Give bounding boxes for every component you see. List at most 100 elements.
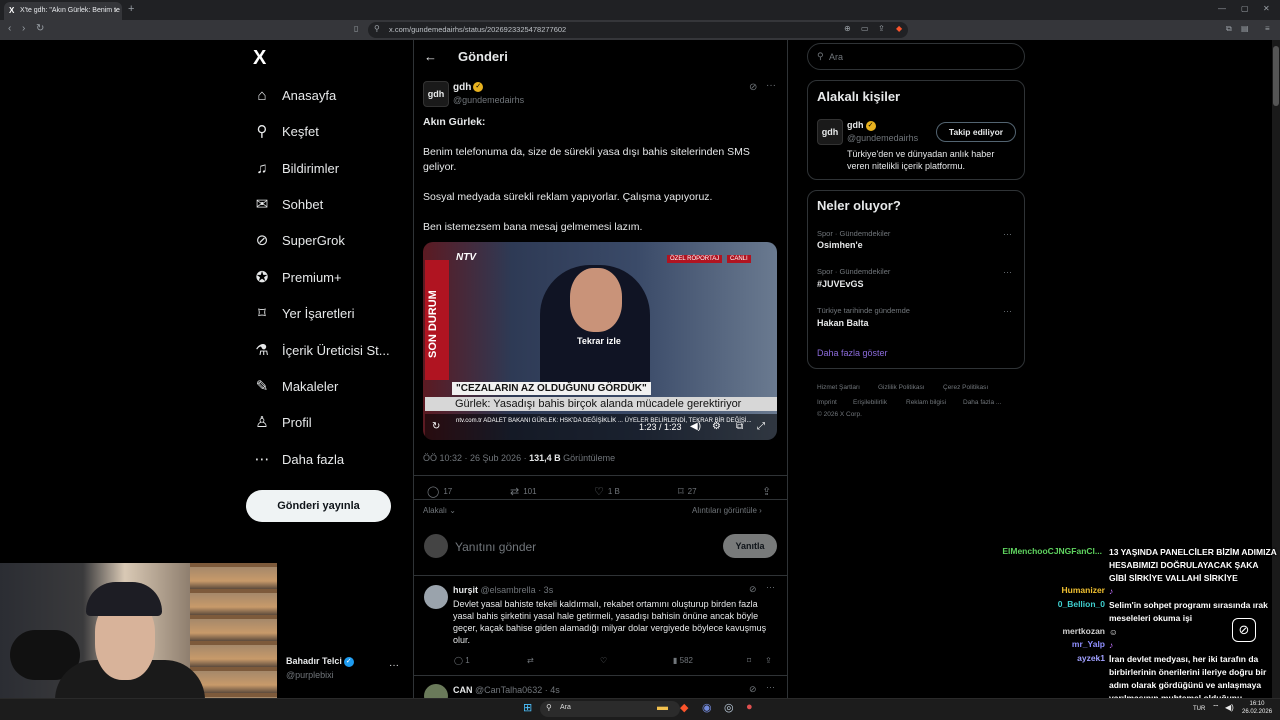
reply-more-icon[interactable]: ···: [766, 582, 775, 592]
replay-icon[interactable]: ↻: [432, 421, 440, 432]
brave-shield-icon[interactable]: ◆: [896, 24, 902, 33]
search-input[interactable]: Ara: [829, 52, 843, 62]
nav-bookmarks[interactable]: ⌑ Yer İşaretleri: [250, 298, 354, 328]
nav-premium[interactable]: ✪ Premium+: [250, 262, 342, 292]
menu-icon[interactable]: ≡: [1265, 24, 1270, 33]
close-tab-icon[interactable]: ×: [113, 6, 118, 15]
show-more-link[interactable]: Daha fazla göster: [817, 348, 888, 358]
brave-icon[interactable]: ◆: [680, 701, 688, 714]
nav-creator-studio[interactable]: ⚗ İçerik Üreticisi St...: [250, 335, 389, 365]
grok-floating-icon[interactable]: ⊘: [1232, 618, 1256, 642]
nav-supergrok[interactable]: ⊘ SuperGrok: [250, 225, 345, 255]
footer-link[interactable]: Reklam bilgisi: [906, 399, 946, 406]
back-arrow-icon[interactable]: ←: [424, 49, 437, 64]
forward-icon[interactable]: ›: [22, 23, 25, 34]
related-handle[interactable]: @gundemedairhs: [847, 133, 918, 143]
reply-author[interactable]: CAN @CanTalha0632 · 4s: [453, 685, 560, 695]
grok-explain-icon[interactable]: ⊘: [749, 684, 757, 695]
share-icon[interactable]: ⇪: [878, 24, 885, 33]
following-button[interactable]: Takip ediliyor: [936, 122, 1016, 142]
reply-avatar[interactable]: [424, 585, 448, 609]
scrollbar-thumb[interactable]: [1273, 46, 1279, 106]
trend-name[interactable]: Osimhen'e: [817, 240, 863, 250]
browser-tab[interactable]: X X'te gdh: "Akın Gürlek: Benim te ×: [4, 2, 122, 20]
sidebar-toggle-icon[interactable]: ▤: [1241, 24, 1249, 33]
footer-link[interactable]: Hizmet Şartları: [817, 384, 860, 391]
trend-more-icon[interactable]: ···: [1003, 267, 1012, 277]
app-icon[interactable]: ●: [746, 701, 753, 713]
post-more-icon[interactable]: ···: [766, 80, 776, 91]
minimize-icon[interactable]: —: [1218, 4, 1226, 13]
reply-share-action[interactable]: ⇪: [765, 656, 772, 665]
trend-more-icon[interactable]: ···: [1003, 306, 1012, 316]
nav-chat[interactable]: ✉ Sohbet: [250, 189, 324, 219]
reply-like-action[interactable]: ♡: [600, 656, 607, 665]
reply-button[interactable]: Yanıtla: [723, 534, 777, 558]
cast-icon[interactable]: ▭: [861, 24, 869, 33]
trend-name[interactable]: #JUVEvGS: [817, 279, 864, 289]
post-button[interactable]: Gönderi yayınla: [246, 490, 391, 522]
fullscreen-icon[interactable]: ⤢: [757, 421, 765, 432]
back-icon[interactable]: ‹: [8, 23, 11, 34]
post-timestamp[interactable]: ÖÖ 10:32 · 26 Şub 2026 ·: [423, 453, 529, 463]
bookmark-page-icon[interactable]: ▯: [354, 24, 358, 33]
site-info-icon[interactable]: ⚲: [374, 24, 380, 33]
nav-notifications[interactable]: ♫ Bildirimler: [250, 153, 339, 183]
footer-link[interactable]: Daha fazla ...: [963, 399, 1001, 406]
sort-dropdown[interactable]: Alakalı ⌄: [423, 506, 456, 515]
bookmark-action[interactable]: ⌑ 27: [678, 485, 697, 498]
steam-icon[interactable]: ◎: [724, 701, 734, 714]
zoom-icon[interactable]: ⊕: [844, 24, 851, 33]
reply-repost-action[interactable]: ⇄: [527, 656, 534, 665]
trend-name[interactable]: Hakan Balta: [817, 318, 869, 328]
input-language[interactable]: TUR: [1193, 706, 1205, 712]
reply-input[interactable]: Yanıtını gönder: [455, 540, 536, 554]
volume-icon[interactable]: ◀): [690, 421, 701, 432]
url-text[interactable]: x.com/gundemedairhs/status/2026923325478…: [389, 25, 566, 34]
author-handle[interactable]: @gundemedairhs: [453, 95, 524, 105]
footer-link[interactable]: Gizlilik Politikası: [878, 384, 925, 391]
replay-button[interactable]: Tekrar izle: [577, 336, 621, 346]
reply-action[interactable]: ◯ 17: [427, 485, 452, 498]
footer-link[interactable]: Erişilebilirlik: [853, 399, 887, 406]
extensions-icon[interactable]: ⧉: [1226, 24, 1232, 34]
nav-profile[interactable]: ♙ Profil: [250, 407, 311, 437]
reply-bookmark-action[interactable]: ⌑: [747, 656, 751, 665]
taskbar-search-text[interactable]: Ara: [560, 704, 571, 711]
maximize-icon[interactable]: ▢: [1241, 4, 1249, 13]
new-tab-button[interactable]: +: [128, 3, 134, 15]
file-explorer-icon[interactable]: ▬: [657, 701, 668, 713]
nav-articles[interactable]: ✎ Makaleler: [250, 371, 339, 401]
reply-reply-action[interactable]: ◯ 1: [454, 656, 470, 665]
reload-icon[interactable]: ↻: [36, 23, 44, 34]
account-more-icon[interactable]: ···: [389, 660, 399, 671]
related-avatar[interactable]: gdh: [817, 119, 843, 145]
trend-more-icon[interactable]: ···: [1003, 229, 1012, 239]
related-name[interactable]: gdh ✓: [847, 120, 876, 131]
nav-explore[interactable]: ⚲ Keşfet: [250, 116, 319, 146]
pip-icon[interactable]: ⧉: [736, 421, 743, 432]
reply-more-icon[interactable]: ···: [766, 682, 775, 692]
share-action[interactable]: ⇪: [762, 485, 771, 498]
like-action[interactable]: ♡ 1 B: [594, 485, 620, 498]
reply-author[interactable]: hurşit @elsambrella · 3s: [453, 585, 553, 595]
footer-link[interactable]: Çerez Politikası: [943, 384, 988, 391]
author-avatar[interactable]: gdh: [423, 81, 449, 107]
account-name[interactable]: Bahadır Telci ✓: [286, 656, 354, 667]
grok-explain-icon[interactable]: ⊘: [749, 82, 757, 93]
settings-icon[interactable]: ⚙: [712, 421, 721, 432]
start-icon[interactable]: ⊞: [523, 701, 532, 714]
wifi-icon[interactable]: ⌔: [1212, 703, 1220, 713]
nav-more[interactable]: ⋯ Daha fazla: [250, 444, 345, 474]
view-quotes-link[interactable]: Alıntıları görüntüle ›: [692, 506, 762, 515]
footer-link[interactable]: Imprint: [817, 399, 837, 406]
author-name[interactable]: gdh ✓: [453, 82, 484, 93]
grok-explain-icon[interactable]: ⊘: [749, 584, 757, 595]
nav-home[interactable]: ⌂ Anasayfa: [250, 80, 336, 110]
clock[interactable]: 16:10 26.02.2026: [1242, 700, 1272, 716]
reply-views[interactable]: ▮ 582: [673, 656, 693, 665]
repost-action[interactable]: ⇄ 101: [510, 485, 537, 498]
discord-icon[interactable]: ◉: [702, 701, 712, 714]
volume-icon[interactable]: ◀): [1225, 703, 1234, 712]
x-logo[interactable]: X: [253, 47, 266, 70]
